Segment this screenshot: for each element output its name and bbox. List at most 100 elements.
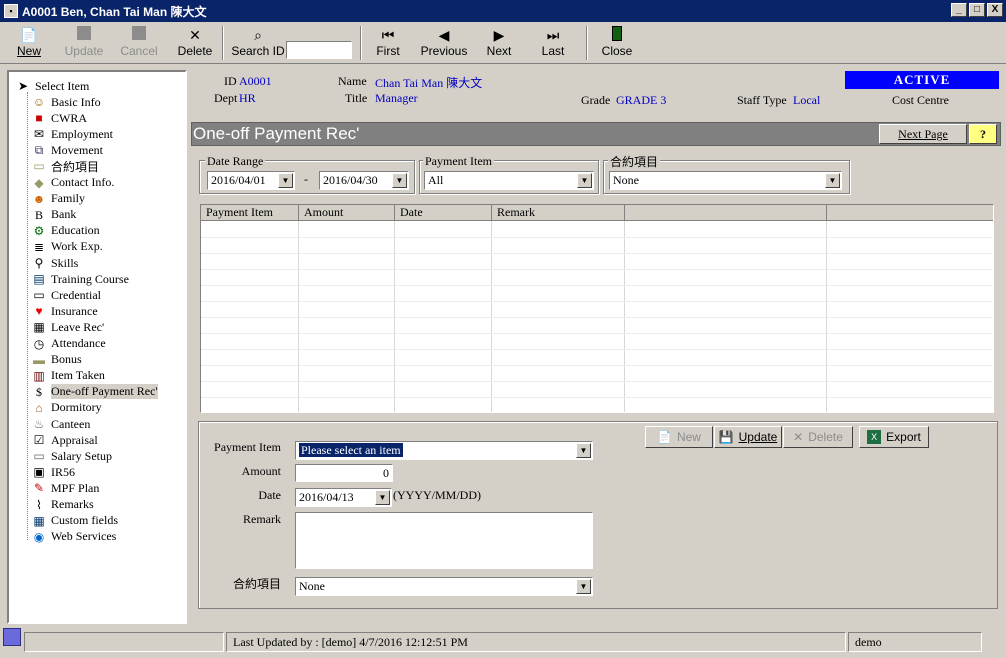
tree-item[interactable]: ▦ Custom fields (31, 513, 118, 529)
export-button[interactable]: X Export (859, 426, 929, 448)
form-delete-button[interactable]: ✕ Delete (783, 426, 853, 448)
tree-item[interactable]: ✎ MPF Plan (31, 480, 99, 496)
table-row-divider (201, 237, 993, 238)
tree-item[interactable]: ▭ Credential (31, 287, 101, 303)
search-id-input[interactable] (286, 41, 352, 59)
date-picker[interactable]: 2016/04/13 ▼ (295, 488, 392, 507)
envelope-icon: ✉ (33, 127, 45, 142)
canteen-icon: ♨ (33, 417, 45, 431)
form-new-button[interactable]: 📄 New (645, 426, 713, 448)
date-from-picker[interactable]: 2016/04/01 ▼ (207, 171, 295, 190)
contact-icon: ◆ (34, 175, 44, 190)
tree-item[interactable]: ◆ Contact Info. (31, 175, 114, 191)
column-header-date[interactable]: Date (395, 205, 492, 221)
chevron-down-icon[interactable]: ▼ (825, 173, 840, 188)
tree-item[interactable]: ▤ Training Course (31, 271, 129, 287)
column-header-payment-item[interactable]: Payment Item (201, 205, 299, 221)
tree-item[interactable]: ▦ Leave Rec' (31, 319, 104, 335)
next-record-icon: ▶ (493, 27, 505, 43)
tree-item[interactable]: ♨ Canteen (31, 416, 91, 432)
last-button[interactable]: ⏭ Last (538, 26, 568, 62)
tree-item[interactable]: ⌇ Remarks (31, 497, 94, 513)
last-record-icon: ⏭ (546, 27, 560, 43)
date-label: Date (258, 488, 281, 502)
tree-item[interactable]: $ One-off Payment Rec' (31, 384, 158, 400)
tree-item[interactable]: ▬ Bonus (31, 352, 82, 368)
contract-filter-select[interactable]: None ▼ (609, 171, 842, 190)
delete-x-icon: ✕ (793, 430, 804, 444)
tree-item[interactable]: ⚙ Education (31, 223, 100, 239)
cancel-button[interactable]: Cancel (118, 26, 160, 62)
window-title-bar: ▪ A0001 Ben, Chan Tai Man 陳大文 _ □ X (0, 0, 1006, 22)
payment-item-select[interactable]: Please select an item ▼ (295, 441, 593, 460)
chevron-down-icon[interactable]: ▼ (278, 173, 293, 188)
cancel-icon (118, 26, 160, 44)
first-button[interactable]: ⏮ First (372, 26, 404, 62)
tree-item[interactable]: ⚲ Skills (31, 255, 79, 271)
next-button[interactable]: ▶ Next (484, 26, 514, 62)
tree-item[interactable]: B Bank (31, 207, 76, 223)
delete-x-icon: ✕ (189, 27, 201, 43)
contract-select[interactable]: None ▼ (295, 577, 593, 596)
chevron-down-icon[interactable]: ▼ (576, 579, 591, 594)
tree-item[interactable]: ♥ Insurance (31, 303, 97, 319)
tree-item[interactable]: ■ CWRA (31, 110, 87, 126)
column-header-blank-2[interactable] (827, 205, 993, 221)
tree-item[interactable]: ☑ Appraisal (31, 432, 98, 448)
tree-item[interactable]: ▥ Item Taken (31, 368, 105, 384)
tree-item[interactable]: ▭ Salary Setup (31, 448, 112, 464)
chevron-down-icon[interactable]: ▼ (375, 490, 390, 505)
section-title: One-off Payment Rec' (193, 124, 360, 143)
tree-root[interactable]: ➤ Select Item (15, 78, 89, 94)
tree-item[interactable]: ▣ IR56 (31, 464, 75, 480)
tree-item[interactable]: ▭ 合約項目 (31, 158, 99, 174)
close-window-button[interactable]: X (987, 3, 1003, 17)
grade-label: Grade (581, 93, 611, 107)
payment-item-filter-select[interactable]: All ▼ (424, 171, 594, 190)
amount-input[interactable]: 0 (295, 464, 393, 482)
new-document-icon: 📄 (657, 430, 672, 444)
column-header-blank-1[interactable] (625, 205, 827, 221)
close-button[interactable]: Close (600, 26, 634, 62)
minimize-button[interactable]: _ (951, 3, 967, 17)
tree-item[interactable]: ☺ Basic Info (31, 94, 101, 110)
column-header-amount[interactable]: Amount (299, 205, 395, 221)
binoculars-icon: ⌕ (254, 27, 262, 43)
update-button[interactable]: Update (62, 26, 106, 62)
custom-fields-icon: ▦ (33, 513, 45, 528)
help-icon: ? (980, 127, 986, 141)
help-button[interactable]: ? (969, 124, 997, 144)
toolbar-separator (586, 26, 588, 60)
skills-icon: ⚲ (34, 256, 44, 270)
previous-button[interactable]: ◀ Previous (420, 26, 468, 62)
tree-item[interactable]: ⧉ Movement (31, 142, 103, 158)
date-range-dash: - (304, 172, 308, 186)
column-header-remark[interactable]: Remark (492, 205, 625, 221)
tree-item[interactable]: ≣ Work Exp. (31, 239, 103, 255)
house-icon: ⌂ (35, 400, 43, 415)
chevron-down-icon[interactable]: ▼ (577, 173, 592, 188)
delete-button[interactable]: ✕ Delete (174, 26, 216, 62)
remark-textarea[interactable] (295, 512, 593, 569)
next-page-button[interactable]: Next Page (879, 124, 967, 144)
tree-item[interactable]: ◉ Web Services (31, 529, 117, 545)
date-range-label: Date Range (205, 154, 266, 169)
last-updated-status: Last Updated by : [demo] 4/7/2016 12:12:… (226, 632, 846, 652)
new-button[interactable]: 📄 New (12, 26, 46, 62)
tree-item[interactable]: ⌂ Dormitory (31, 400, 101, 416)
restore-button[interactable]: □ (969, 3, 985, 17)
chevron-down-icon[interactable]: ▼ (392, 173, 407, 188)
tree-item[interactable]: ◷ Attendance (31, 336, 106, 352)
name-label: Name (338, 74, 367, 88)
tree-item[interactable]: ☻ Family (31, 191, 85, 207)
toolbar-separator (222, 26, 224, 60)
payment-grid[interactable]: Payment Item Amount Date Remark (200, 204, 994, 413)
cost-centre-label: Cost Centre (892, 93, 949, 107)
table-row-divider (201, 349, 993, 350)
date-to-picker[interactable]: 2016/04/30 ▼ (319, 171, 409, 190)
search-id-button[interactable]: ⌕ Search ID (230, 26, 286, 62)
tree-item[interactable]: ✉ Employment (31, 126, 113, 142)
new-document-icon: 📄 (20, 27, 38, 43)
form-update-button[interactable]: 💾 Update (714, 426, 782, 448)
chevron-down-icon[interactable]: ▼ (576, 443, 591, 458)
